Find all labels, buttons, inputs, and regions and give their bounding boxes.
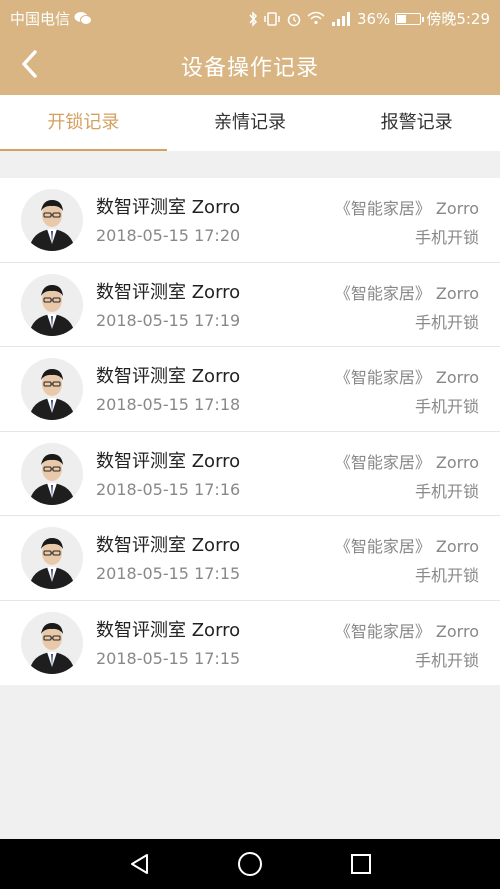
record-time: 2018-05-15 17:16 [96, 479, 241, 499]
system-nav-bar [0, 839, 500, 889]
record-row[interactable]: 数智评测室 Zorro 2018-05-15 17:18 《智能家居》 Zorr… [0, 347, 500, 432]
record-user-name: 数智评测室 Zorro [96, 450, 241, 472]
record-method: 手机开锁 [414, 481, 479, 501]
avatar [21, 189, 83, 251]
record-user-name: 数智评测室 Zorro [96, 535, 241, 556]
status-bar: 中国电信 36% 傍晚5:29 [0, 0, 500, 34]
recents-square-icon [351, 854, 371, 874]
record-row[interactable]: 数智评测室 Zorro 2018-05-15 17:19 《智能家居》 Zorr… [0, 263, 500, 347]
record-device: 《智能家居》 Zorro [334, 621, 479, 641]
user-portrait-icon [21, 358, 83, 420]
record-user-name: 数智评测室 Zorro [96, 281, 241, 303]
record-method: 手机开锁 [414, 566, 479, 585]
nav-back-button[interactable] [125, 849, 155, 879]
record-user-name: 数智评测室 Zorro [96, 197, 241, 218]
record-method: 手机开锁 [414, 312, 479, 332]
tab-bar: 开锁记录 亲情记录 报警记录 [0, 95, 500, 151]
vibrate-icon [263, 11, 281, 27]
record-row[interactable]: 数智评测室 Zorro 2018-05-15 17:15 《智能家居》 Zorr… [0, 516, 500, 601]
user-portrait-icon [21, 611, 83, 674]
tab-alarm-records[interactable]: 报警记录 [333, 95, 500, 151]
tab-unlock-records[interactable]: 开锁记录 [0, 95, 167, 151]
record-method: 手机开锁 [414, 650, 479, 670]
signal-icon [330, 11, 352, 27]
record-time: 2018-05-15 17:20 [96, 226, 241, 245]
back-triangle-icon [131, 854, 148, 874]
record-time: 2018-05-15 17:15 [96, 648, 241, 668]
nav-recents-button[interactable] [346, 849, 376, 879]
record-method: 手机开锁 [414, 228, 479, 247]
avatar [21, 611, 83, 674]
record-device: 《智能家居》 Zorro [334, 537, 479, 556]
tab-family-records[interactable]: 亲情记录 [167, 95, 334, 151]
wifi-icon [307, 11, 325, 27]
record-device: 《智能家居》 Zorro [334, 452, 479, 472]
avatar [21, 273, 83, 336]
record-row[interactable]: 数智评测室 Zorro 2018-05-15 17:16 《智能家居》 Zorr… [0, 432, 500, 516]
alarm-icon [286, 11, 302, 27]
avatar [21, 527, 83, 589]
record-device: 《智能家居》 Zorro [334, 283, 479, 303]
record-user-name: 数智评测室 Zorro [96, 619, 241, 641]
wechat-icon [74, 11, 93, 27]
record-user-name: 数智评测室 Zorro [96, 366, 241, 387]
record-time: 2018-05-15 17:15 [96, 564, 241, 583]
record-device: 《智能家居》 Zorro [334, 368, 479, 387]
nav-home-button[interactable] [235, 849, 265, 879]
title-bar: 设备操作记录 [0, 38, 500, 90]
page-title: 设备操作记录 [180, 56, 319, 81]
user-portrait-icon [21, 189, 83, 251]
user-portrait-icon [21, 442, 83, 505]
avatar [21, 358, 83, 420]
record-time: 2018-05-15 17:18 [96, 395, 241, 414]
record-row[interactable]: 数智评测室 Zorro 2018-05-15 17:20 《智能家居》 Zorr… [0, 178, 500, 263]
battery-percent: 36% [356, 9, 391, 28]
app-header: 中国电信 36% 傍晚5:29 设备操作记录 [0, 0, 500, 95]
avatar [21, 442, 83, 505]
carrier-label: 中国电信 [10, 10, 71, 28]
user-portrait-icon [21, 527, 83, 589]
home-circle-icon [238, 852, 262, 876]
record-time: 2018-05-15 17:19 [96, 310, 241, 330]
record-list: 数智评测室 Zorro 2018-05-15 17:20 《智能家居》 Zorr… [0, 178, 500, 685]
record-method: 手机开锁 [414, 397, 479, 416]
user-portrait-icon [21, 273, 83, 336]
record-device: 《智能家居》 Zorro [334, 199, 479, 218]
bluetooth-icon [248, 10, 258, 27]
battery-icon [395, 12, 425, 25]
clock: 傍晚5:29 [426, 10, 490, 28]
record-row[interactable]: 数智评测室 Zorro 2018-05-15 17:15 《智能家居》 Zorr… [0, 601, 500, 686]
